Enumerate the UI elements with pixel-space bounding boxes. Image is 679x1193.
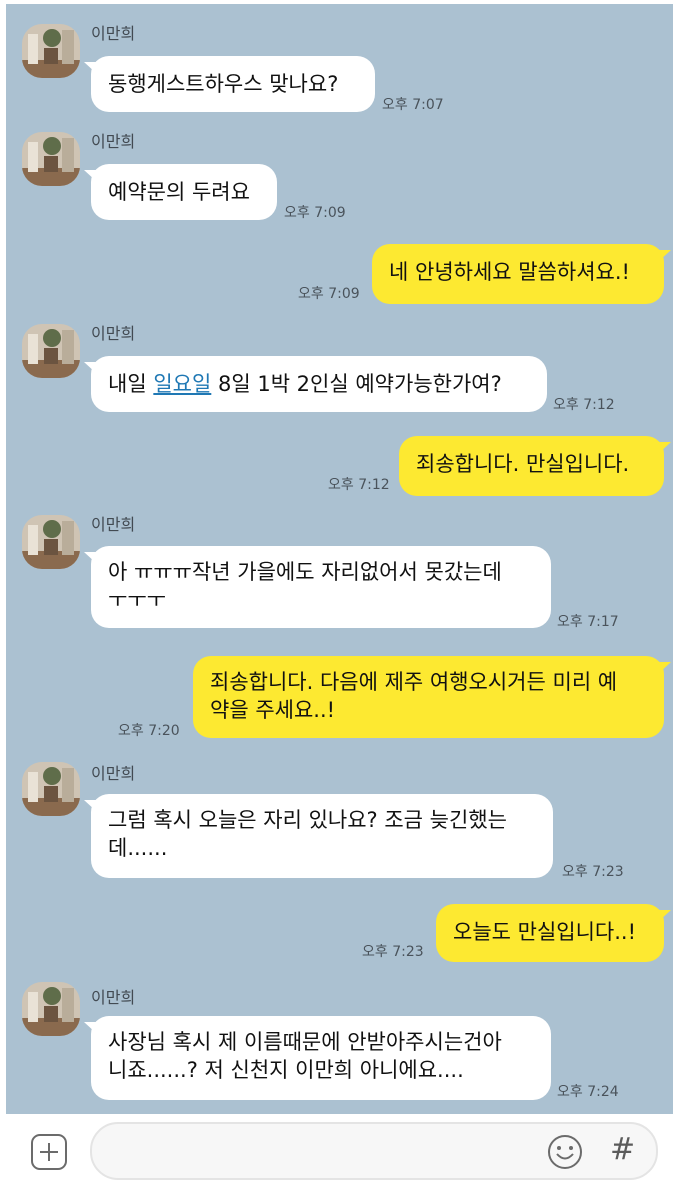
message-text: 죄송합니다. 만실입니다. (416, 452, 630, 476)
sender-name: 이만희 (91, 988, 136, 1007)
message-time: 오후 7:23 (362, 944, 424, 960)
chat-area[interactable]: 이만희 동행게스트하우스 맞나요? 오후 7:07 이만희 예약문의 두려요 오… (6, 4, 673, 1114)
message-time: 오후 7:17 (557, 614, 619, 630)
plus-icon[interactable] (30, 1133, 68, 1171)
message-bubble-outgoing[interactable]: 죄송합니다. 다음에 제주 여행오시거든 미리 예 약을 주세요..! (193, 656, 671, 738)
message-bubble-incoming[interactable]: 동행게스트하우스 맞나요? (84, 56, 375, 112)
avatar[interactable] (22, 515, 80, 569)
message-time: 오후 7:09 (284, 205, 346, 221)
message-text-before: 내일 (108, 372, 154, 396)
message-bubble-incoming[interactable]: 예약문의 두려요 (84, 164, 277, 220)
message-bubble-outgoing[interactable]: 죄송합니다. 만실입니다. (399, 436, 671, 496)
avatar[interactable] (22, 982, 80, 1036)
message-time: 오후 7:09 (298, 286, 360, 302)
message-text-after: 8일 1박 2인실 예약가능한가여? (211, 372, 502, 396)
message-text: 오늘도 만실입니다..! (453, 920, 637, 944)
message-time: 오후 7:20 (118, 723, 180, 739)
hash-button[interactable]: # (610, 1130, 635, 1170)
message-time: 오후 7:07 (382, 97, 444, 113)
message-line: 그럼 혹시 오늘은 자리 있나요? 조금 늦긴했는 (108, 808, 507, 832)
sender-name: 이만희 (91, 24, 136, 43)
sender-name: 이만희 (91, 764, 136, 783)
message-bubble-incoming[interactable]: 사장님 혹시 제 이름때문에 안받아주시는건아 니죠......? 저 신천지 … (84, 1016, 551, 1100)
sender-name: 이만희 (91, 515, 136, 534)
message-line: 죄송합니다. 다음에 제주 여행오시거든 미리 예 (210, 670, 618, 694)
message-line: 데...... (108, 836, 168, 860)
message-line: 사장님 혹시 제 이름때문에 안받아주시는건아 (108, 1030, 502, 1054)
message-time: 오후 7:23 (562, 864, 624, 880)
message-bubble-incoming[interactable]: 그럼 혹시 오늘은 자리 있나요? 조금 늦긴했는 데...... (84, 794, 553, 878)
message-line: ㅜㅜㅜ (108, 588, 166, 612)
message-line: 아 ㅠㅠㅠ작년 가을에도 자리없어서 못갔는데 (108, 560, 502, 584)
message-text: 네 안녕하세요 말씀하셔요.! (389, 260, 630, 284)
emoji-icon[interactable] (546, 1133, 584, 1171)
input-bar: # (6, 1114, 673, 1193)
avatar[interactable] (22, 324, 80, 378)
message-text: 예약문의 두려요 (108, 180, 250, 204)
avatar[interactable] (22, 24, 80, 78)
message-text: 동행게스트하우스 맞나요? (108, 72, 339, 96)
message-bubble-incoming[interactable]: 아 ㅠㅠㅠ작년 가을에도 자리없어서 못갔는데 ㅜㅜㅜ (84, 546, 551, 628)
message-time: 오후 7:24 (557, 1084, 619, 1100)
message-bubble-incoming[interactable]: 내일 일요일 8일 1박 2인실 예약가능한가여? (84, 356, 547, 412)
avatar[interactable] (22, 132, 80, 186)
message-line: 약을 주세요..! (210, 698, 336, 722)
message-time: 오후 7:12 (553, 397, 615, 413)
sender-name: 이만희 (91, 324, 136, 343)
avatar[interactable] (22, 762, 80, 816)
message-bubble-outgoing[interactable]: 네 안녕하세요 말씀하셔요.! (372, 244, 671, 304)
message-bubble-outgoing[interactable]: 오늘도 만실입니다..! (436, 904, 671, 962)
date-link[interactable]: 일요일 (153, 372, 211, 396)
message-line: 니죠......? 저 신천지 이만희 아니에요.... (108, 1058, 464, 1082)
sender-name: 이만희 (91, 132, 136, 151)
message-time: 오후 7:12 (328, 477, 390, 493)
